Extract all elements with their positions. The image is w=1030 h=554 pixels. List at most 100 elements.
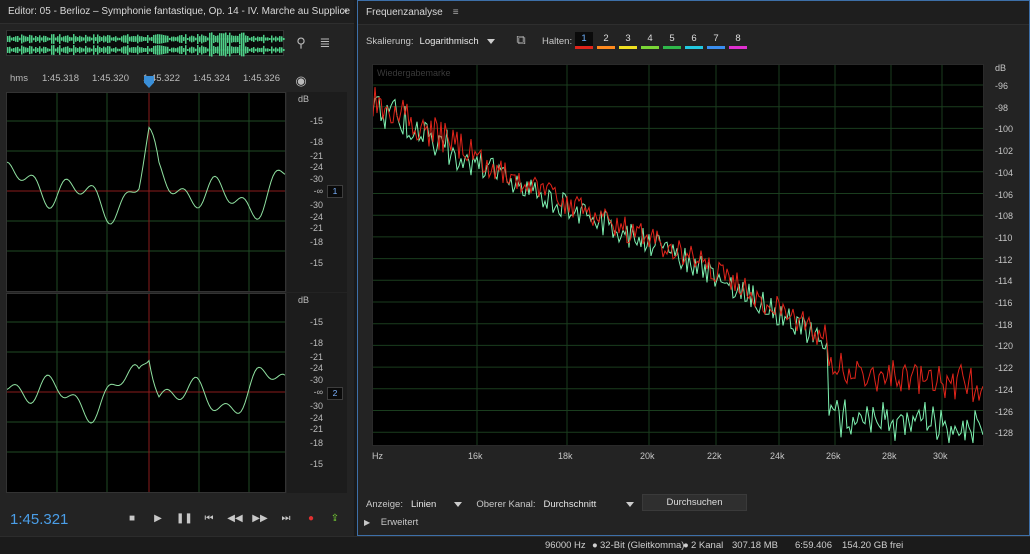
- hold-button-5[interactable]: 5: [663, 32, 681, 49]
- spectrum-db-tick: -122: [995, 363, 1014, 374]
- spectrum-db-tick: -96: [995, 81, 1009, 91]
- pause-icon[interactable]: ❚❚: [176, 513, 193, 525]
- channel-2-tag[interactable]: 2: [327, 387, 343, 400]
- record-icon[interactable]: ●: [303, 513, 319, 525]
- upper-channel-dropdown[interactable]: Durchschnitt: [544, 499, 635, 510]
- spectrum-db-tick: -98: [995, 102, 1009, 113]
- hold-label: 5: [669, 33, 675, 44]
- play-icon[interactable]: ▶: [150, 513, 166, 525]
- db-tick: -24: [309, 162, 323, 172]
- db-tick: -15: [309, 459, 323, 469]
- hold-label: 3: [625, 33, 631, 44]
- editor-panel: Editor: 05 - Berlioz – Symphonie fantast…: [0, 0, 354, 536]
- editor-tab[interactable]: Editor: 05 - Berlioz – Symphonie fantast…: [0, 0, 354, 24]
- scale-label: Skalierung:: [366, 35, 414, 47]
- freq-tick: 20k: [640, 451, 655, 461]
- frequency-analysis-panel: Frequenzanalyse ≡ Skalierung: Logarithmi…: [357, 0, 1030, 536]
- ruler-tick: 1:45.318: [42, 73, 79, 84]
- db-label: dB: [297, 94, 309, 104]
- hold-button-7[interactable]: 7: [707, 32, 725, 49]
- copy-icon[interactable]: ⧉: [512, 31, 530, 49]
- status-duration: 6:59.406: [795, 540, 832, 551]
- status-bit-depth: 32-Bit (Gleitkomma): [600, 540, 685, 551]
- db-tick: -21: [309, 424, 323, 434]
- spectrum-plot[interactable]: Wiedergabemarke: [372, 64, 984, 446]
- spectrum-db-tick: -108: [995, 211, 1014, 222]
- hold-color-bar: [729, 46, 747, 49]
- channel-2-svg: [6, 294, 286, 492]
- db-tick: -21: [309, 223, 323, 233]
- display-value: Linien: [410, 498, 437, 510]
- advanced-toggle[interactable]: ▶ Erweitert: [364, 517, 418, 528]
- db-tick: -15: [309, 317, 323, 327]
- waveform-overview[interactable]: [6, 30, 285, 57]
- triangle-right-icon: ▶: [364, 518, 371, 527]
- hold-button-6[interactable]: 6: [685, 32, 703, 49]
- ruler-tick: 1:45.326: [243, 73, 280, 84]
- scale-row: Skalierung: Logarithmisch: [366, 33, 495, 49]
- overview-wave-svg: [7, 32, 285, 57]
- freq-tab[interactable]: Frequenzanalyse ≡: [358, 1, 1029, 25]
- hold-color-bar: [707, 46, 725, 49]
- hold-button-1[interactable]: 1: [575, 32, 593, 49]
- chevron-down-icon: [626, 501, 635, 507]
- spectrum-db-tick: -116: [995, 298, 1013, 308]
- stop-icon[interactable]: ■: [124, 513, 140, 525]
- hold-label: 4: [647, 33, 653, 44]
- advanced-label: Erweitert: [380, 517, 419, 528]
- db-tick: -18: [309, 137, 323, 147]
- status-size: 307.18 MB: [732, 540, 778, 551]
- spectrum-db-tick: -114: [995, 276, 1013, 287]
- freq-tick: 18k: [558, 451, 573, 461]
- zoom-icon[interactable]: ⚲: [292, 34, 310, 52]
- ruler-tick: 1:45.324: [193, 73, 230, 84]
- loop-icon[interactable]: ⇪: [327, 513, 343, 525]
- hold-button-2[interactable]: 2: [597, 32, 615, 49]
- fast-forward-icon[interactable]: ▶▶: [252, 513, 268, 525]
- channel-1-tag[interactable]: 1: [327, 185, 343, 198]
- spectrum-db-tick: -104: [995, 167, 1014, 178]
- search-button[interactable]: Durchsuchen: [642, 494, 747, 511]
- hold-label: 2: [603, 33, 609, 44]
- scale-dropdown[interactable]: Logarithmisch: [420, 36, 495, 47]
- freq-tick: 22k: [707, 451, 722, 461]
- hold-button-4[interactable]: 4: [641, 32, 659, 49]
- spectrum-freq-axis: Hz 16k 18k 20k 22k 24k 26k 28k 30k: [372, 451, 984, 465]
- hold-color-bar: [619, 46, 637, 49]
- status-free-space: 154.20 GB frei: [842, 540, 904, 551]
- skip-forward-icon[interactable]: ⏭: [278, 513, 294, 525]
- freq-title: Frequenzanalyse: [366, 7, 443, 18]
- freq-tick: 16k: [468, 451, 483, 461]
- upper-channel-value: Durchschnitt: [543, 498, 597, 510]
- hold-button-8[interactable]: 8: [729, 32, 747, 49]
- scale-value: Logarithmisch: [419, 35, 479, 47]
- hold-button-3[interactable]: 3: [619, 32, 637, 49]
- hold-label: 6: [691, 33, 697, 44]
- spectrum-db-scale: dB -96 -98 -100 -102 -104 -106 -108 -110 -112 -11…: [985, 63, 1029, 446]
- channel-1-svg: [6, 93, 286, 291]
- spectrum-db-tick: -120: [995, 341, 1014, 352]
- panel-overflow-icon[interactable]: »: [342, 5, 348, 17]
- panel-menu-icon[interactable]: ≡: [453, 7, 459, 18]
- display-label: Anzeige:: [366, 498, 403, 510]
- hold-color-bar: [663, 46, 681, 49]
- rewind-icon[interactable]: ◀◀: [227, 513, 243, 525]
- ruler-unit: hms: [10, 73, 28, 84]
- spectrum-db-tick: -110: [995, 232, 1013, 243]
- db-tick: -21: [309, 352, 323, 362]
- freq-tick: 24k: [770, 451, 785, 461]
- db-tick: -30: [309, 174, 323, 184]
- channel-2-waveform[interactable]: [6, 293, 286, 493]
- chevron-down-icon: [454, 501, 463, 507]
- skip-back-icon[interactable]: ⏮: [201, 513, 217, 525]
- db-tick: -18: [309, 237, 323, 247]
- db-tick: -18: [309, 438, 323, 448]
- hold-color-bar: [575, 46, 593, 49]
- db-tick: -15: [309, 258, 323, 268]
- snap-icon[interactable]: ◉: [292, 72, 310, 90]
- db-label: dB: [995, 63, 1007, 73]
- list-icon[interactable]: ≣: [316, 34, 334, 52]
- channel-1-waveform[interactable]: [6, 92, 286, 292]
- hold-label: 1: [581, 33, 587, 44]
- display-dropdown[interactable]: Linien: [410, 498, 463, 510]
